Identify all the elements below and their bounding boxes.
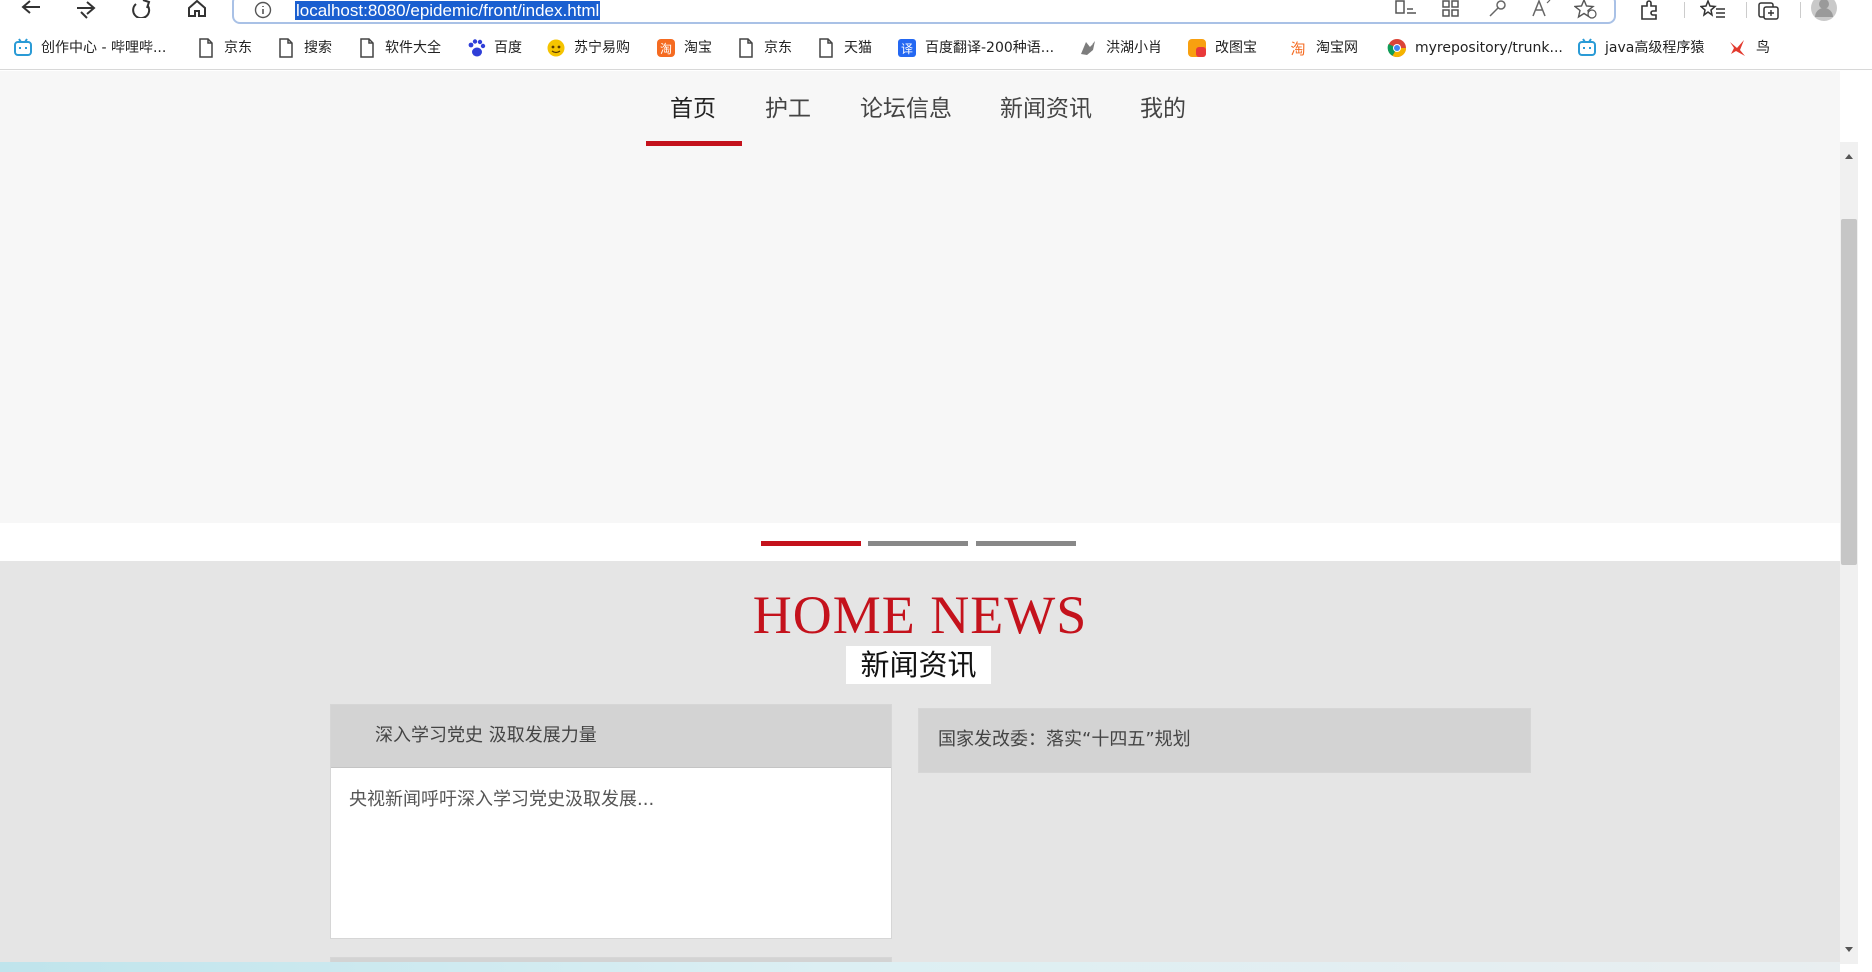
page-icon [819,38,833,58]
browser-toolbar: localhost:8080/epidemic/front/index.html [0,0,1872,26]
bookmark-item[interactable]: 苏宁易购 [546,37,630,59]
bookmark-item[interactable]: 软件大全 [357,37,441,59]
bookmark-item[interactable]: 洪湖小肖 [1078,37,1162,59]
news-card-2[interactable]: 国家发改委：落实“十四五”规划 [918,708,1531,773]
bookmark-item[interactable]: 天猫 [816,37,872,59]
bookmark-item[interactable]: 创作中心 - 哔哩哔... [13,37,166,59]
bookmark-label: 洪湖小肖 [1106,40,1162,56]
bookmark-item[interactable]: myrepository/trunk... [1387,37,1563,59]
carousel-dot-1[interactable] [761,541,861,546]
apps-icon[interactable] [1440,0,1464,19]
bookmark-item[interactable]: 百度 [466,37,522,59]
carousel-dot-2[interactable] [868,541,968,546]
taskbar-strip [0,962,1840,972]
gaitubao-icon [1188,39,1206,57]
bookmark-item[interactable]: 改图宝 [1187,37,1257,59]
nav-item-news[interactable]: 新闻资讯 [1000,93,1092,125]
toolbar-separator [1684,2,1685,18]
font-icon[interactable] [1530,0,1554,19]
bookmark-label: 天猫 [844,40,872,56]
collections-icon[interactable] [1756,0,1784,22]
news-card-1[interactable]: 深入学习党史 汲取发展力量 央视新闻呼吁深入学习党史汲取发展... [330,704,892,939]
scroll-up-arrow-icon[interactable] [1843,150,1855,162]
news-heading-cn: 新闻资讯 [860,648,977,682]
scrollbar-thumb[interactable] [1841,219,1857,565]
page-icon [360,38,374,58]
favorites-icon[interactable] [1699,0,1728,22]
arrow-left-icon[interactable] [14,0,48,22]
bookmark-item[interactable]: 京东 [196,37,252,59]
bookmark-label: 京东 [224,40,252,56]
translate-icon: 译 [898,39,916,57]
bookmark-item[interactable]: 淘 淘宝网 [1288,37,1358,59]
bookmark-label: 改图宝 [1215,40,1257,56]
nav-item-caregiver[interactable]: 护工 [765,93,811,125]
bookmark-label: 软件大全 [385,40,441,56]
news-card-title[interactable]: 国家发改委：落实“十四五”规划 [938,728,1191,752]
page-viewport: 首页 护工 论坛信息 新闻资讯 我的 HOME NEWS 新闻资讯 深入学习党史… [0,71,1840,972]
news-card-summary: 央视新闻呼吁深入学习党史汲取发展... [349,789,655,810]
bookmark-label: java高级程序猿 [1605,40,1705,56]
profile-icon[interactable] [1810,0,1838,22]
bookmark-label: 苏宁易购 [574,40,630,56]
star-add-icon[interactable] [1573,0,1598,19]
bookmark-label: 创作中心 - 哔哩哔... [41,40,167,56]
baidu-paw-icon [468,39,486,57]
arrow-right-icon[interactable] [70,0,104,22]
main-nav: 首页 护工 论坛信息 新闻资讯 我的 [0,71,1840,146]
address-url[interactable]: localhost:8080/epidemic/front/index.html [295,1,601,20]
bookmark-label: 京东 [764,40,792,56]
bookmark-item[interactable]: 译 百度翻译-200种语... [897,37,1054,59]
svg-text:淘: 淘 [660,42,672,56]
bookmark-item[interactable]: java高级程序猿 [1577,37,1704,59]
page-icon [199,38,213,58]
bookmark-item[interactable]: 搜索 [276,37,332,59]
address-bar[interactable]: localhost:8080/epidemic/front/index.html [232,0,1616,24]
bookmark-label: 百度翻译-200种语... [925,40,1055,56]
bilibili-icon [1578,38,1596,56]
svg-text:淘: 淘 [1290,40,1305,58]
puzzle-icon[interactable] [1637,0,1665,22]
svg-text:译: 译 [901,42,913,56]
page-icon [279,38,293,58]
bookmark-item[interactable]: 淘 淘宝 [656,37,712,59]
news-card-title[interactable]: 深入学习党史 汲取发展力量 [375,724,597,748]
taobao-orange-icon: 淘 [1290,40,1305,58]
news-heading-cn-box: 新闻资讯 [846,646,991,684]
scroll-down-arrow-icon[interactable] [1843,944,1855,956]
key-icon[interactable] [1486,0,1510,19]
toolbar-separator [1800,2,1801,18]
gray-figure-icon [1081,41,1095,55]
bookmark-label: 鸟 [1756,40,1770,56]
news-card-header: 深入学习党史 汲取发展力量 [331,705,891,768]
browser-window: localhost:8080/epidemic/front/index.html [0,0,1872,972]
info-icon[interactable] [254,1,272,19]
bookmark-label: 搜索 [304,40,332,56]
bookmark-label: myrepository/trunk... [1415,40,1563,56]
bookmark-label: 淘宝网 [1316,40,1358,56]
nav-item-mine[interactable]: 我的 [1140,93,1186,125]
nav-item-home[interactable]: 首页 [670,93,716,125]
page-icon [739,38,753,58]
news-heading-en: HOME NEWS [752,585,1088,645]
nav-item-forum[interactable]: 论坛信息 [860,93,952,125]
bookmark-item[interactable]: 鸟 [1728,37,1770,59]
bilibili-icon [14,38,32,56]
bookmark-item[interactable]: 京东 [736,37,792,59]
carousel-dot-3[interactable] [976,541,1076,546]
toolbar-separator [1746,2,1747,18]
bookmarks-bar: 创作中心 - 哔哩哔... 京东 搜索 软件大全 百度 苏宁易购 淘 淘宝 京东 [0,26,1872,70]
reload-icon[interactable] [125,0,159,22]
bird-icon [1730,40,1745,56]
bookmark-label: 淘宝 [684,40,712,56]
home-icon[interactable] [180,0,214,22]
taobao-icon: 淘 [657,39,675,57]
chrome-icon [1387,39,1406,58]
read-aloud-icon[interactable] [1394,0,1418,19]
suning-icon [547,39,565,57]
bookmark-label: 百度 [494,40,522,56]
